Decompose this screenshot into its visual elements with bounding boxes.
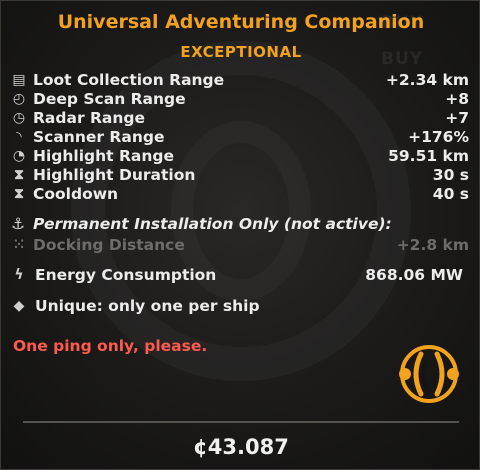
stat-value: 30 s — [432, 166, 469, 184]
stat-value: 59.51 km — [388, 147, 469, 165]
price-divider — [23, 421, 459, 423]
stat-value: +176% — [408, 128, 469, 146]
unique-label: Unique: only one per ship — [35, 297, 260, 315]
stat-label: Cooldown — [33, 185, 119, 203]
stat-label: Highlight Range — [33, 147, 175, 165]
stat-value: +8 — [445, 90, 469, 108]
anchor-icon: ⚓ — [11, 215, 25, 233]
stat-label: Deep Scan Range — [33, 90, 186, 108]
stat-value: 868.06 MW — [365, 266, 463, 284]
stat-label: Radar Range — [33, 109, 146, 127]
stat-value: 40 s — [432, 185, 469, 203]
item-rarity: EXCEPTIONAL — [180, 43, 302, 61]
stat-label: Loot Collection Range — [33, 71, 225, 89]
stat-row-loot-collection: ▤ Loot Collection Range +2.34 km — [11, 71, 469, 90]
stat-row-highlight-duration: ⧗ Highlight Duration 30 s — [11, 166, 469, 185]
scanner-icon: ◝ — [16, 129, 22, 145]
unique-row: ◆ Unique: only one per ship — [11, 297, 469, 316]
hourglass-icon: ⧗ — [14, 167, 24, 183]
loot-collection-icon: ▤ — [12, 72, 26, 88]
item-price: ¢43.087 — [193, 435, 289, 459]
lightning-icon: ϟ — [14, 267, 24, 283]
stat-row-radar: ◷ Radar Range +7 — [11, 109, 469, 128]
docking-icon: ⁙ — [13, 237, 25, 253]
stat-label: Energy Consumption — [35, 266, 217, 284]
diamond-icon: ◆ — [13, 298, 25, 314]
item-title: Universal Adventuring Companion — [57, 11, 425, 33]
highlight-range-icon: ◔ — [12, 148, 26, 164]
stat-label: Scanner Range — [33, 128, 165, 146]
stat-row-deep-scan: ◴ Deep Scan Range +8 — [11, 90, 469, 109]
stat-row-cooldown: ⧗ Cooldown 40 s — [11, 185, 469, 204]
stat-row-docking-distance: ⁙ Docking Distance +2.8 km — [11, 236, 469, 255]
stat-row-scanner: ◝ Scanner Range +176% — [11, 128, 469, 147]
stat-label: Highlight Duration — [33, 166, 196, 184]
stat-row-energy: ϟ Energy Consumption 868.06 MW — [11, 266, 469, 285]
stat-value: +2.34 km — [385, 71, 469, 89]
installation-heading: ⚓ Permanent Installation Only (not active… — [11, 215, 392, 233]
radar-icon: ◷ — [12, 110, 26, 126]
installation-heading-text: Permanent Installation Only (not active)… — [33, 215, 392, 233]
stat-value: +7 — [445, 109, 469, 127]
stat-value: +2.8 km — [396, 236, 469, 254]
deep-scan-icon: ◴ — [12, 91, 26, 107]
cooldown-hourglass-icon: ⧗ — [14, 186, 24, 202]
stat-label: Docking Distance — [33, 236, 185, 254]
flavor-text: One ping only, please. — [13, 337, 208, 355]
exceptional-emblem-icon — [399, 345, 459, 403]
item-tooltip: BUY BUY Universal Adventuring Companion … — [0, 0, 480, 470]
stat-row-highlight-range: ◔ Highlight Range 59.51 km — [11, 147, 469, 166]
